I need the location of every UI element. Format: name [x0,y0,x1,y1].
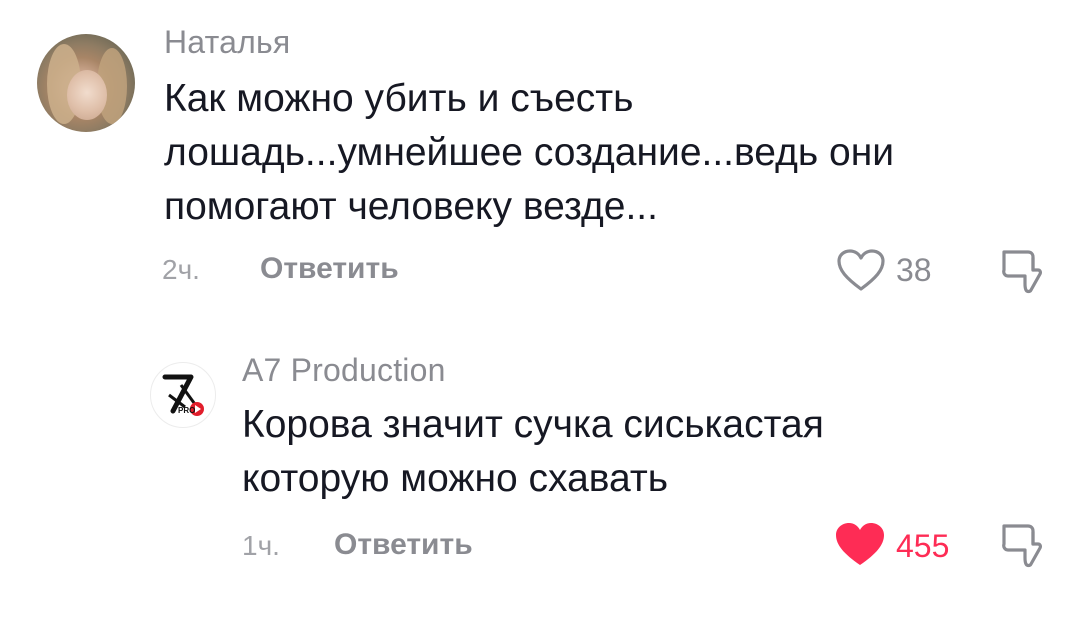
like-count: 38 [896,252,932,288]
dislike-icon[interactable] [998,520,1044,568]
comment-time: 1ч. [242,530,280,561]
comment-text: Корова значит сучка сиськастая которую м… [242,403,824,500]
comment-username[interactable]: A7 Production [242,352,446,389]
reply-button[interactable]: Ответить [334,528,473,562]
svg-text:PRO: PRO [178,406,195,415]
heart-filled-icon[interactable] [834,522,886,568]
like-count: 455 [896,528,950,564]
dislike-icon[interactable] [998,246,1044,294]
avatar-natalya[interactable] [37,34,135,132]
comment-time: 2ч. [162,254,200,285]
comment-2: PRO A7 Production Корова значит сучка си… [0,330,1080,617]
a7-logo-icon: PRO [162,374,204,416]
heart-outline-icon[interactable] [836,248,886,292]
comment-1: Наталья Как можно убить и съесть лошадь.… [0,0,1080,320]
avatar-a7-production[interactable]: PRO [150,362,216,428]
comment-username[interactable]: Наталья [164,24,290,61]
comment-text: Как можно убить и съесть лошадь...умнейш… [164,77,895,228]
reply-button[interactable]: Ответить [260,252,399,286]
